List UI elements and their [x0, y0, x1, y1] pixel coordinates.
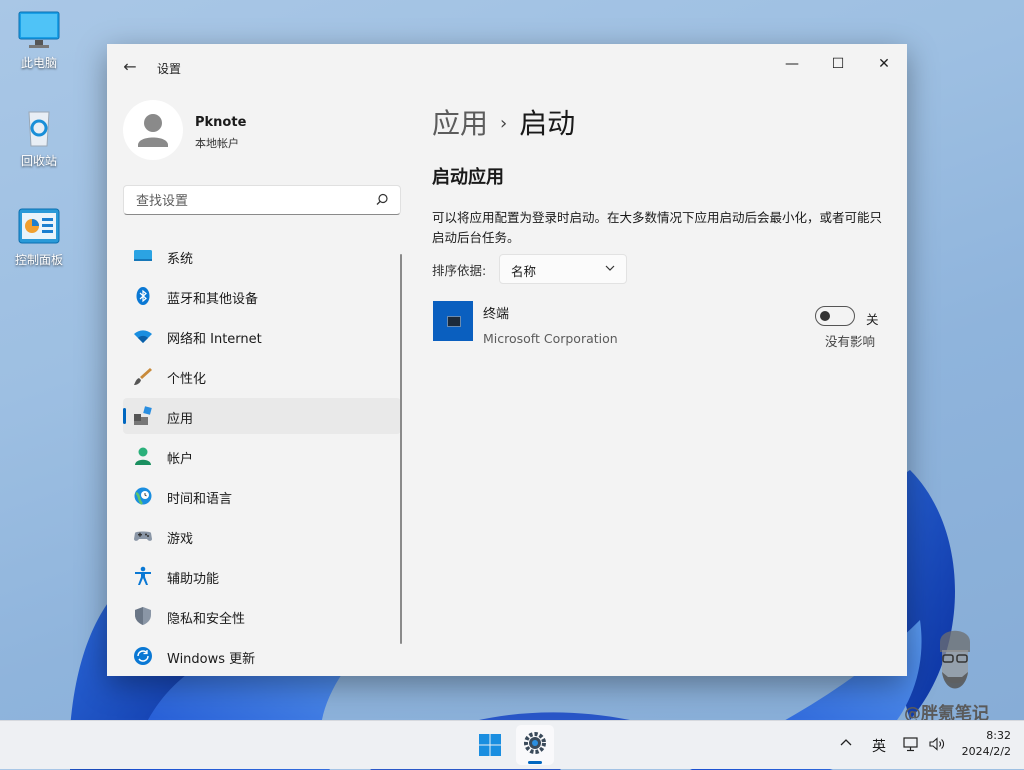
sidebar-item-label: 网络和 Internet [167, 332, 262, 347]
bluetooth-icon [136, 287, 150, 305]
windows-start-icon[interactable] [472, 729, 508, 761]
page-title: 启动 [519, 107, 576, 140]
toggle-knob [820, 311, 830, 321]
taskbar-settings-button[interactable] [516, 725, 554, 765]
chevron-up-icon[interactable] [838, 735, 854, 751]
gear-icon [524, 732, 546, 754]
shield-icon [135, 607, 151, 625]
sidebar-item-label: 辅助功能 [167, 572, 220, 587]
maximize-button[interactable]: ☐ [815, 48, 861, 80]
account-icon [135, 447, 151, 465]
sidebar-item-gaming[interactable]: 游戏 [123, 518, 401, 554]
recycle-bin-icon [17, 108, 61, 148]
breadcrumb: 应用 › 启动 [432, 102, 575, 142]
profile-name: Pknote [195, 115, 247, 130]
desktop-icon-control-panel[interactable]: 控制面板 [7, 207, 71, 268]
search-icon[interactable] [374, 192, 390, 208]
breadcrumb-parent[interactable]: 应用 [432, 107, 488, 140]
sidebar-item-time-language[interactable]: 时间和语言 [123, 478, 401, 514]
window-title: 设置 [157, 62, 182, 76]
sidebar-item-label: 蓝牙和其他设备 [167, 292, 259, 307]
user-profile[interactable]: Pknote 本地帐户 [123, 100, 393, 160]
profile-account-type: 本地帐户 [195, 137, 239, 150]
settings-window: ← 设置 — ☐ ✕ Pknote 本地帐户 系统 [107, 44, 907, 676]
breadcrumb-separator-icon: › [500, 113, 508, 134]
desktop-icon-this-pc[interactable]: 此电脑 [7, 10, 71, 71]
sort-dropdown-value: 名称 [511, 264, 537, 279]
gamepad-icon [134, 531, 152, 541]
clock-date: 2024/2/2 [961, 745, 1011, 758]
chevron-down-icon [605, 265, 615, 271]
user-avatar-icon [138, 114, 168, 147]
wifi-icon [134, 330, 152, 343]
sidebar-item-label: 帐户 [167, 452, 194, 467]
volume-icon[interactable] [928, 735, 946, 753]
sidebar-item-label: 时间和语言 [167, 492, 233, 507]
desktop-icon-label: 此电脑 [20, 56, 57, 70]
title-bar[interactable]: ← 设置 — ☐ ✕ [107, 44, 907, 92]
update-icon [134, 647, 152, 665]
startup-impact: 没有影响 [825, 334, 876, 349]
monitor-icon [17, 10, 61, 50]
sort-label: 排序依据: [432, 263, 487, 278]
sidebar-item-label: 系统 [167, 252, 194, 267]
app-publisher: Microsoft Corporation [483, 331, 618, 346]
taskbar: 英 8:32 2024/2/2 [0, 720, 1024, 769]
sidebar-item-apps[interactable]: 应用 [123, 398, 401, 434]
sidebar-item-label: 应用 [167, 412, 194, 427]
section-title: 启动应用 [432, 167, 504, 188]
terminal-screen-glyph [447, 316, 461, 327]
avatar [123, 100, 183, 160]
brush-icon [134, 368, 152, 385]
sidebar-item-network[interactable]: 网络和 Internet [123, 318, 401, 354]
accessibility-icon [135, 566, 151, 585]
sidebar-item-privacy-security[interactable]: 隐私和安全性 [123, 598, 401, 634]
running-indicator [528, 761, 542, 764]
sidebar-item-label: 个性化 [167, 372, 207, 387]
desktop-icon-label: 控制面板 [14, 253, 63, 267]
sidebar-item-personalization[interactable]: 个性化 [123, 358, 401, 394]
sort-dropdown[interactable]: 名称 [499, 254, 627, 284]
sidebar-item-bluetooth[interactable]: 蓝牙和其他设备 [123, 278, 401, 314]
sidebar-item-windows-update[interactable]: Windows 更新 [123, 638, 401, 674]
search-box[interactable] [123, 185, 401, 215]
selection-indicator [123, 408, 126, 424]
desktop-icon-recycle-bin[interactable]: 回收站 [7, 108, 71, 169]
sidebar-item-system[interactable]: 系统 [123, 238, 401, 274]
ime-indicator[interactable]: 英 [872, 736, 886, 756]
toggle-state-label: 关 [866, 312, 879, 327]
globe-clock-icon [134, 487, 152, 505]
section-description: 可以将应用配置为登录时启动。在大多数情况下应用启动后会最小化，或者可能只启动后台… [432, 210, 883, 245]
watermark-face-logo [940, 630, 970, 689]
apps-icon [134, 406, 152, 425]
sidebar-item-label: Windows 更新 [167, 652, 256, 667]
startup-app-row: 终端 Microsoft Corporation 关 没有影响 [432, 300, 887, 349]
terminal-app-icon [433, 301, 473, 341]
sidebar-item-label: 游戏 [167, 532, 194, 547]
startup-toggle[interactable] [815, 306, 855, 326]
search-input[interactable] [134, 191, 368, 211]
app-name: 终端 [483, 307, 510, 322]
control-panel-icon [17, 207, 61, 247]
sidebar-item-accounts[interactable]: 帐户 [123, 438, 401, 474]
back-arrow-icon[interactable]: ← [119, 56, 141, 78]
sidebar-nav: 系统 蓝牙和其他设备 网络和 Internet 个性化 应用 帐户 时间和语言 … [123, 238, 401, 676]
clock[interactable]: 8:32 2024/2/2 [955, 728, 1011, 760]
desktop-icon-label: 回收站 [20, 154, 57, 168]
sidebar-item-accessibility[interactable]: 辅助功能 [123, 558, 401, 594]
minimize-button[interactable]: — [769, 48, 815, 80]
network-icon[interactable] [902, 735, 920, 753]
sidebar-item-label: 隐私和安全性 [167, 612, 246, 627]
close-button[interactable]: ✕ [861, 48, 907, 80]
system-icon [134, 250, 152, 261]
sidebar-scrollbar[interactable] [400, 254, 402, 644]
clock-time: 8:32 [986, 729, 1011, 742]
